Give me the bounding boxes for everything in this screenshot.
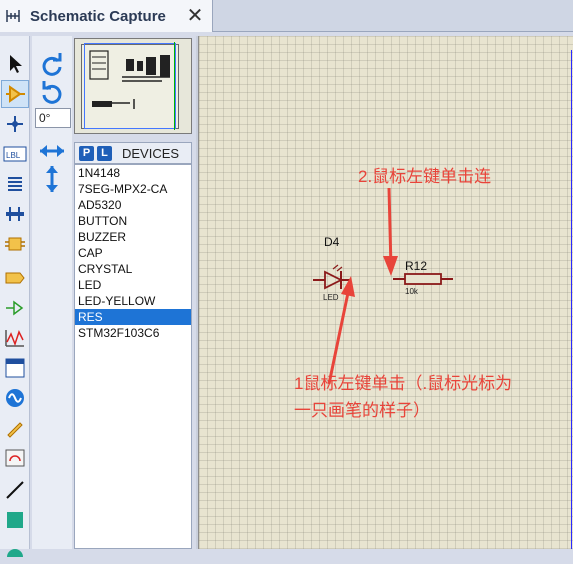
component-mode-icon[interactable]: [1, 80, 29, 108]
mode-toolbar: LBL: [0, 36, 30, 557]
list-item[interactable]: LED: [75, 277, 191, 293]
list-item[interactable]: 7SEG-MPX2-CA: [75, 181, 191, 197]
box-icon[interactable]: [1, 506, 29, 534]
rotate-clockwise-icon[interactable]: [37, 50, 67, 80]
terminal-icon[interactable]: [1, 264, 29, 292]
tab-title: Schematic Capture: [30, 7, 166, 25]
selection-mode-icon[interactable]: [1, 50, 29, 78]
list-item[interactable]: STM32F103C6: [75, 325, 191, 341]
rotation-angle-input[interactable]: 0°: [35, 108, 71, 128]
annotation-note-top: 2.鼠标左键单击连: [358, 167, 492, 186]
list-item[interactable]: CRYSTAL: [75, 261, 191, 277]
list-item[interactable]: LED-YELLOW: [75, 293, 191, 309]
tab-bar: Schematic Capture ✕: [0, 0, 573, 32]
device-selector-list[interactable]: 1N4148 7SEG-MPX2-CA AD5320 BUTTON BUZZER…: [74, 164, 192, 549]
devices-header: P L DEVICES: [74, 142, 192, 164]
line-icon[interactable]: [1, 476, 29, 504]
overview-viewport: [84, 43, 176, 129]
close-icon[interactable]: ✕: [184, 5, 206, 27]
generator-icon[interactable]: [1, 384, 29, 412]
list-item[interactable]: CAP: [75, 245, 191, 261]
list-item-selected[interactable]: RES: [75, 309, 191, 325]
graph-icon[interactable]: [1, 324, 29, 352]
tab-schematic-capture[interactable]: Schematic Capture ✕: [0, 0, 213, 32]
mirror-horizontal-icon[interactable]: [37, 136, 67, 166]
bus-icon[interactable]: [1, 200, 29, 228]
subcircuit-icon[interactable]: [1, 230, 29, 258]
annotation-note-bottom-1: 1鼠标左键单击（.鼠标光标为: [294, 374, 513, 393]
circle-icon[interactable]: [1, 536, 29, 564]
list-item[interactable]: AD5320: [75, 197, 191, 213]
schematic-canvas[interactable]: D4 LED R12 10k 2.鼠标左键单击连 1鼠标左键单击（.鼠标光标为 …: [198, 36, 573, 549]
overview-edge: [174, 42, 175, 130]
virtual-instrument-icon[interactable]: [1, 444, 29, 472]
junction-icon[interactable]: [1, 110, 29, 138]
device-pin-icon[interactable]: [1, 294, 29, 322]
mirror-vertical-icon[interactable]: [37, 164, 67, 194]
library-manager-button[interactable]: L: [97, 145, 112, 161]
list-item[interactable]: 1N4148: [75, 165, 191, 181]
schematic-icon: [0, 0, 26, 32]
sheet-border: [571, 50, 572, 549]
editing-window: D4 LED R12 10k 2.鼠标左键单击连 1鼠标左键单击（.鼠标光标为 …: [196, 36, 573, 549]
annotation-note-bottom-2: 一只画笔的样子）: [294, 401, 430, 420]
svg-text:LBL: LBL: [6, 151, 21, 160]
orientation-toolbar: 0°: [32, 36, 72, 549]
wire-label-icon[interactable]: LBL: [1, 140, 29, 168]
overview-window[interactable]: [74, 38, 192, 134]
list-item[interactable]: BUZZER: [75, 229, 191, 245]
text-script-icon[interactable]: [1, 170, 29, 198]
probe-icon[interactable]: [1, 414, 29, 442]
tape-recorder-icon[interactable]: [1, 354, 29, 382]
devices-title: DEVICES: [122, 145, 180, 161]
rotate-anticlockwise-icon[interactable]: [37, 78, 67, 108]
pick-devices-button[interactable]: P: [79, 145, 94, 161]
list-item[interactable]: BUTTON: [75, 213, 191, 229]
